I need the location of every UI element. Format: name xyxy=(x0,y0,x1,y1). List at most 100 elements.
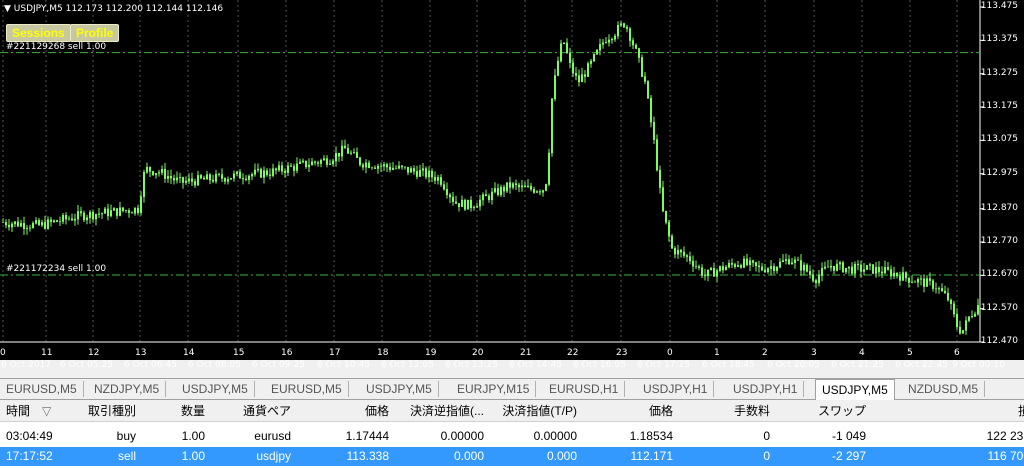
column-header[interactable]: 時間 xyxy=(6,402,30,421)
table-row[interactable]: 03:04:49 buy 1.00 eurusd 1.17444 0.00000 0.000… xyxy=(0,427,1024,446)
table-cell: 122 239 xyxy=(986,429,1024,443)
price-axis-label: 112.870 xyxy=(980,202,1018,213)
triangle-down-icon[interactable]: ▼ xyxy=(4,4,11,14)
price-axis-label: 113.275 xyxy=(980,67,1018,78)
session-hour-label: 6 xyxy=(954,348,960,358)
session-hour-label: 1 xyxy=(714,348,720,358)
table-cell: 03:04:49 xyxy=(6,429,53,443)
time-axis-label: 6 Oct 06:45 xyxy=(124,360,177,370)
table-cell: 0.00000 xyxy=(440,429,484,443)
table-cell: eurusd xyxy=(254,429,291,443)
table-cell: 0.000 xyxy=(453,449,484,463)
chart-tab[interactable]: NZDJPY,M5 xyxy=(88,381,167,397)
column-header[interactable]: スワップ xyxy=(818,402,866,421)
session-hour-label: 22 xyxy=(567,348,579,358)
order-line-label: #221129268 sell 1.00 xyxy=(6,41,107,52)
column-header[interactable]: 価格 xyxy=(365,402,389,421)
time-axis-label: 6 Oct 16:05 xyxy=(573,360,626,370)
column-header[interactable]: 価格 xyxy=(649,402,673,421)
time-axis-label: 6 Oct 2017 xyxy=(1,360,51,370)
session-hour-label: 16 xyxy=(281,348,293,358)
sessions-button[interactable]: Sessions xyxy=(6,24,71,42)
time-axis-label: 6 Oct 17:25 xyxy=(637,360,690,370)
symbol-header: ▼ USDJPY,M5 112.173 112.200 112.144 112.… xyxy=(4,4,223,14)
table-cell: 0 xyxy=(763,449,770,463)
session-hour-label: 3 xyxy=(811,348,817,358)
time-axis-label: 6 Oct 20:05 xyxy=(767,360,820,370)
price-axis-label: 113.075 xyxy=(980,134,1018,145)
price-axis-label: 112.570 xyxy=(980,302,1018,313)
table-cell: -1 049 xyxy=(831,429,866,443)
table-cell: 0.000 xyxy=(546,449,577,463)
chart-tab[interactable]: EURUSD,M5 xyxy=(0,381,84,397)
chart-tab[interactable]: EURJPY,M15 xyxy=(451,381,537,397)
table-cell: buy xyxy=(116,429,136,443)
session-hour-label: 21 xyxy=(520,348,532,358)
table-cell: 112.171 xyxy=(630,449,674,463)
table-cell: 0.00000 xyxy=(533,429,577,443)
table-cell: 116 700 xyxy=(987,449,1024,463)
chart-tab[interactable]: EURUSD,M5 xyxy=(265,381,349,397)
chart-tab[interactable]: USDJPY,H1 xyxy=(727,381,805,397)
session-hour-label: 18 xyxy=(377,348,389,358)
session-hour-label: 14 xyxy=(183,348,195,358)
time-axis-label: 6 Oct 14:45 xyxy=(509,360,562,370)
column-header[interactable]: 手数料 xyxy=(734,402,770,421)
chart-tab[interactable]: USDJPY,M5 xyxy=(360,381,439,397)
price-axis-label: 113.475 xyxy=(980,1,1018,11)
chart-tab-bar: EURUSD,M5 NZDJPY,M5 USDJPY,M5 EURUSD,M5 USDJ… xyxy=(0,378,1024,400)
session-hour-label: 17 xyxy=(329,348,341,358)
table-cell: 1.18534 xyxy=(629,429,673,443)
table-cell: -2 297 xyxy=(831,449,866,463)
time-axis-label: 6 Oct 09:25 xyxy=(252,360,305,370)
sort-indicator-icon[interactable]: ▽ xyxy=(42,402,51,421)
candlestick-plot[interactable] xyxy=(0,0,1024,360)
order-line-label: #221172234 sell 1.00 xyxy=(6,264,107,274)
profile-button[interactable]: Profile xyxy=(70,24,120,42)
table-cell: usdjpy xyxy=(256,449,291,463)
table-cell: 1.00 xyxy=(181,429,205,443)
session-hour-label: 0 xyxy=(0,348,6,358)
column-header[interactable]: 数量 xyxy=(181,402,205,421)
time-axis-label: 6 Oct 05:25 xyxy=(60,360,113,370)
time-axis-label: 6 Oct 22:45 xyxy=(895,360,948,370)
time-axis-label: 6 Oct 08:05 xyxy=(188,360,241,370)
session-hour-label: 19 xyxy=(425,348,437,358)
price-chart[interactable]: ▼ USDJPY,M5 112.173 112.200 112.144 112.… xyxy=(0,0,1024,360)
table-cell: 17:17:52 xyxy=(6,449,53,463)
column-header[interactable]: 決済逆指値(... xyxy=(410,402,484,421)
session-hour-label: 13 xyxy=(135,348,147,358)
session-hour-label: 12 xyxy=(88,348,100,358)
table-row-selected[interactable]: 17:17:52 sell 1.00 usdjpy 113.338 0.000 0.000 1… xyxy=(0,447,1024,466)
session-hour-label: 0 xyxy=(667,348,673,358)
session-hour-label: 23 xyxy=(616,348,628,358)
time-axis-label: 6 Oct 12:05 xyxy=(381,360,434,370)
chart-tab[interactable]: USDJPY,M5 xyxy=(815,379,895,400)
session-hour-label: 4 xyxy=(859,348,865,358)
column-header[interactable]: 損 xyxy=(1018,402,1024,421)
time-axis-label: 6 Oct 13:25 xyxy=(445,360,498,370)
chart-tab[interactable]: USDJPY,M5 xyxy=(176,381,255,397)
session-hour-label: 15 xyxy=(233,348,245,358)
table-cell: sell xyxy=(117,449,136,463)
time-axis-label: 6 Oct 18:45 xyxy=(702,360,755,370)
session-hour-label: 2 xyxy=(762,348,768,358)
column-header[interactable]: 取引種別 xyxy=(88,402,136,421)
table-header: 時間 取引種別 数量 通貨ペア 価格 決済逆指値(... 決済指値(T/P) 価格 手数料 スワッ… xyxy=(0,402,1024,422)
session-hour-label: 5 xyxy=(907,348,913,358)
column-header[interactable]: 決済指値(T/P) xyxy=(502,402,577,421)
time-axis-label: 6 Oct 21:25 xyxy=(831,360,884,370)
table-cell: 0 xyxy=(763,429,770,443)
price-axis-label: 112.470 xyxy=(980,336,1018,346)
chart-tab[interactable]: USDJPY,H1 xyxy=(637,381,715,397)
chart-tab[interactable]: NZDUSD,M5 xyxy=(902,381,986,397)
chart-tab[interactable]: EURUSD,H1 xyxy=(543,381,626,397)
column-header[interactable]: 通貨ペア xyxy=(243,402,291,421)
table-cell: 1.00 xyxy=(181,449,205,463)
time-axis-label: 9 Oct 00:10 xyxy=(952,360,1005,370)
price-axis-label: 112.770 xyxy=(980,236,1018,246)
table-cell: 1.17444 xyxy=(345,429,389,443)
candles xyxy=(2,21,979,335)
price-axis-label: 112.975 xyxy=(980,167,1018,178)
symbol-quote: USDJPY,M5 112.173 112.200 112.144 112.14… xyxy=(13,4,224,14)
